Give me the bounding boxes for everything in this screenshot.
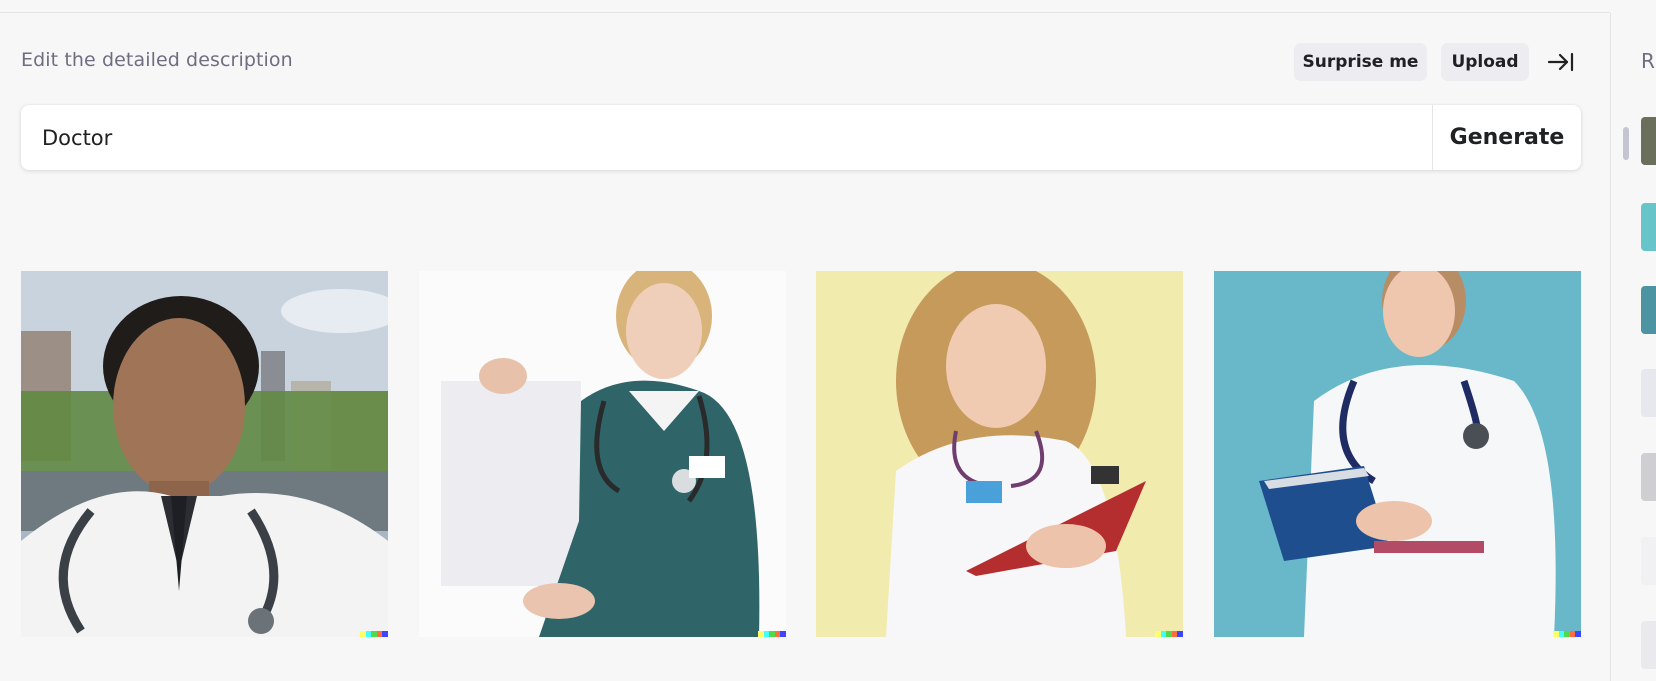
dalle-signature: [1553, 631, 1581, 637]
result-image-4[interactable]: [1214, 271, 1581, 637]
history-thumb-3[interactable]: [1641, 286, 1656, 334]
result-image-3[interactable]: [816, 271, 1183, 637]
editor-panel: Edit the detailed description Surprise m…: [0, 13, 1610, 681]
page-title: Edit the detailed description: [21, 49, 293, 71]
surprise-me-button[interactable]: Surprise me: [1294, 43, 1427, 81]
history-sidebar: R: [1610, 13, 1656, 681]
history-thumb-7[interactable]: [1641, 621, 1656, 669]
history-thumb-5[interactable]: [1641, 453, 1656, 501]
sidebar-scrollbar[interactable]: [1623, 127, 1629, 160]
history-thumb-4[interactable]: [1641, 369, 1656, 417]
arrow-right-to-bar-icon[interactable]: [1545, 49, 1577, 75]
dalle-signature: [360, 631, 388, 637]
history-thumb-1[interactable]: [1641, 117, 1656, 165]
prompt-input[interactable]: [21, 105, 1432, 170]
result-image-1[interactable]: [21, 271, 388, 637]
dalle-signature: [1155, 631, 1183, 637]
prompt-bar: Generate: [21, 105, 1581, 170]
upload-button[interactable]: Upload: [1441, 43, 1529, 81]
history-thumb-6[interactable]: [1641, 537, 1656, 585]
result-image-2[interactable]: [419, 271, 786, 637]
sidebar-heading: R: [1641, 49, 1655, 73]
dalle-signature: [758, 631, 786, 637]
generate-button[interactable]: Generate: [1432, 105, 1581, 170]
history-thumb-2[interactable]: [1641, 203, 1656, 251]
